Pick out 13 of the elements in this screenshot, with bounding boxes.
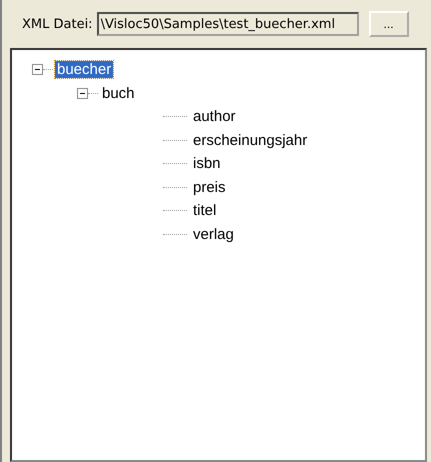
file-label: XML Datei: bbox=[22, 16, 93, 32]
browse-button[interactable]: ... bbox=[368, 11, 409, 37]
tree-node[interactable]: erscheinungsjahr bbox=[191, 132, 310, 149]
tree-node[interactable]: verlag bbox=[191, 226, 236, 243]
collapse-icon[interactable] bbox=[77, 88, 88, 99]
tree-node[interactable]: titel bbox=[191, 202, 218, 220]
tree-node[interactable]: preis bbox=[191, 178, 228, 196]
collapse-icon[interactable] bbox=[32, 64, 43, 76]
file-path-field[interactable]: \Visloc50\Samples\test_buecher.xml bbox=[96, 12, 359, 36]
tree-node[interactable]: isbn bbox=[191, 155, 223, 172]
tree-node[interactable]: author bbox=[191, 108, 238, 126]
tree-node[interactable]: buch bbox=[100, 84, 137, 102]
tree-node[interactable]: buecher bbox=[55, 61, 114, 78]
